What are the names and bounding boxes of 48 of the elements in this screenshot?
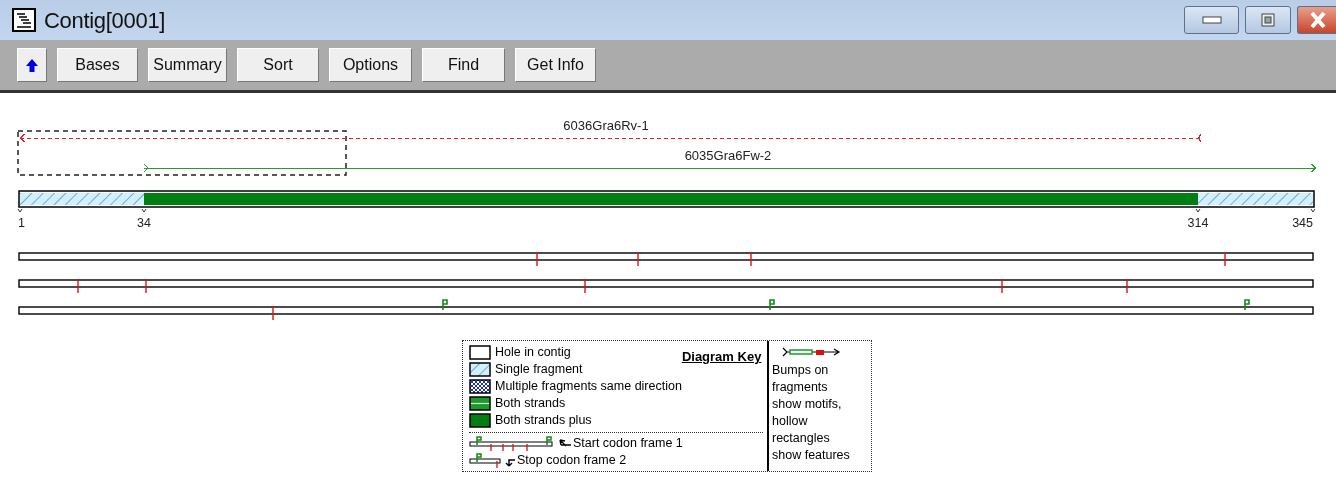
ruler-label: 314 <box>1187 216 1209 230</box>
maximize-button[interactable] <box>1245 6 1291 34</box>
stop-codon-mark <box>584 278 586 294</box>
up-button[interactable] <box>17 48 47 82</box>
legend-label: Both strands <box>495 395 566 412</box>
legend-label: Single fragment <box>495 361 583 378</box>
toolbar-button[interactable]: Get Info <box>515 48 596 82</box>
stop-codon-mark <box>145 278 147 294</box>
legend-label: Multiple fragments same direction <box>495 378 682 395</box>
fragment-label: 6035Gra6Fw-2 <box>684 148 772 163</box>
fragment-label: 6036Gra6Rv-1 <box>563 118 649 133</box>
stop-codon-mark <box>1126 278 1128 294</box>
legend-label: Both strands plus <box>495 412 592 429</box>
start-codon-icon <box>769 299 775 311</box>
toolbar-button[interactable]: Sort <box>237 48 319 82</box>
ruler-label: 345 <box>1292 216 1313 230</box>
stop-codon-mark <box>1224 251 1226 267</box>
toolbar-button[interactable]: Summary <box>148 48 227 82</box>
maximize-icon <box>1261 13 1275 27</box>
legend-title: Diagram Key <box>681 348 762 365</box>
legend-note: Bumps on fragments show motifs, hollow rectangles show features <box>772 362 851 464</box>
stop-codon-mark <box>1001 278 1003 294</box>
minimize-button[interactable] <box>1184 6 1239 34</box>
legend-label: Stop codon frame 2 <box>517 452 627 469</box>
ruler-label: 34 <box>137 216 151 230</box>
tick-mark <box>1195 208 1201 213</box>
tick-mark <box>1310 208 1316 213</box>
window-title: Contig[0001] <box>44 6 166 35</box>
stop-codon-mark <box>536 251 538 267</box>
stop-codon-mark <box>272 305 274 321</box>
tick-mark <box>141 208 147 213</box>
document-icon <box>12 8 36 32</box>
ruler-label: 1 <box>18 216 25 230</box>
motif-sample-drawing <box>782 346 842 358</box>
start-codon-icon <box>1244 299 1250 311</box>
stop-codon-mark <box>77 278 79 294</box>
up-arrow-icon <box>26 59 38 73</box>
toolbar-button[interactable]: Bases <box>57 48 138 82</box>
minimize-icon <box>1201 15 1222 25</box>
toolbar-button[interactable]: Options <box>329 48 412 82</box>
legend-label: Start codon frame 1 <box>573 435 683 452</box>
toolbar-button[interactable]: Find <box>422 48 505 82</box>
legend-label: Hole in contig <box>495 344 571 361</box>
stop-codon-mark <box>750 251 752 267</box>
tick-mark <box>17 208 23 213</box>
start-codon-icon <box>442 299 448 311</box>
stop-codon-mark <box>637 251 639 267</box>
close-button[interactable] <box>1297 6 1336 34</box>
